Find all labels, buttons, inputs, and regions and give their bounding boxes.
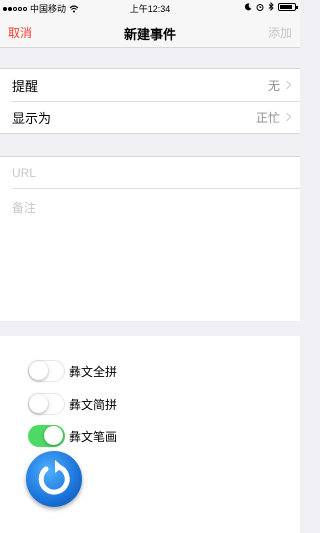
strokes-label: 彝文笔画 bbox=[69, 429, 118, 444]
strokes-switch[interactable] bbox=[28, 425, 65, 447]
page-title: 新建事件 bbox=[123, 27, 176, 42]
toggle-row-strokes[interactable]: 彝文笔画 bbox=[28, 425, 117, 447]
navigation-bar: 取消 新建事件 添加 bbox=[0, 14, 300, 48]
alert-label: 提醒 bbox=[12, 78, 39, 94]
battery-icon bbox=[278, 2, 298, 11]
short-pinyin-switch[interactable] bbox=[28, 393, 65, 415]
show-as-row[interactable]: 显示为 正忙 bbox=[0, 101, 300, 133]
show-as-label: 显示为 bbox=[12, 110, 52, 126]
status-bar: 中国移动 上午12:34 bbox=[0, 0, 300, 14]
switch-knob bbox=[29, 394, 48, 413]
bluetooth-icon bbox=[268, 2, 274, 11]
alert-value: 无 bbox=[267, 78, 280, 93]
chevron-right-icon bbox=[282, 112, 292, 122]
refresh-button[interactable] bbox=[26, 451, 82, 507]
alarm-icon bbox=[256, 3, 264, 11]
full-pinyin-label: 彝文全拼 bbox=[69, 364, 118, 379]
full-pinyin-switch[interactable] bbox=[28, 360, 65, 382]
notes-field[interactable]: 备注 bbox=[12, 199, 36, 216]
status-right bbox=[244, 2, 298, 11]
refresh-icon bbox=[38, 460, 70, 495]
chevron-right-icon bbox=[282, 80, 292, 90]
add-button[interactable]: 添加 bbox=[268, 24, 292, 41]
toggle-row-full-pinyin[interactable]: 彝文全拼 bbox=[28, 360, 117, 382]
notes-group: URL 备注 bbox=[0, 156, 300, 321]
toggle-row-short-pinyin[interactable]: 彝文简拼 bbox=[28, 393, 117, 415]
switch-knob bbox=[29, 361, 48, 380]
url-field[interactable]: URL bbox=[12, 157, 300, 189]
short-pinyin-label: 彝文简拼 bbox=[69, 397, 118, 412]
battery-fill bbox=[280, 4, 292, 9]
switch-knob bbox=[44, 426, 63, 445]
moon-icon bbox=[244, 2, 252, 10]
alert-row[interactable]: 提醒 无 bbox=[0, 69, 300, 101]
show-as-value: 正忙 bbox=[255, 110, 280, 125]
settings-group: 提醒 无 显示为 正忙 bbox=[0, 68, 300, 134]
